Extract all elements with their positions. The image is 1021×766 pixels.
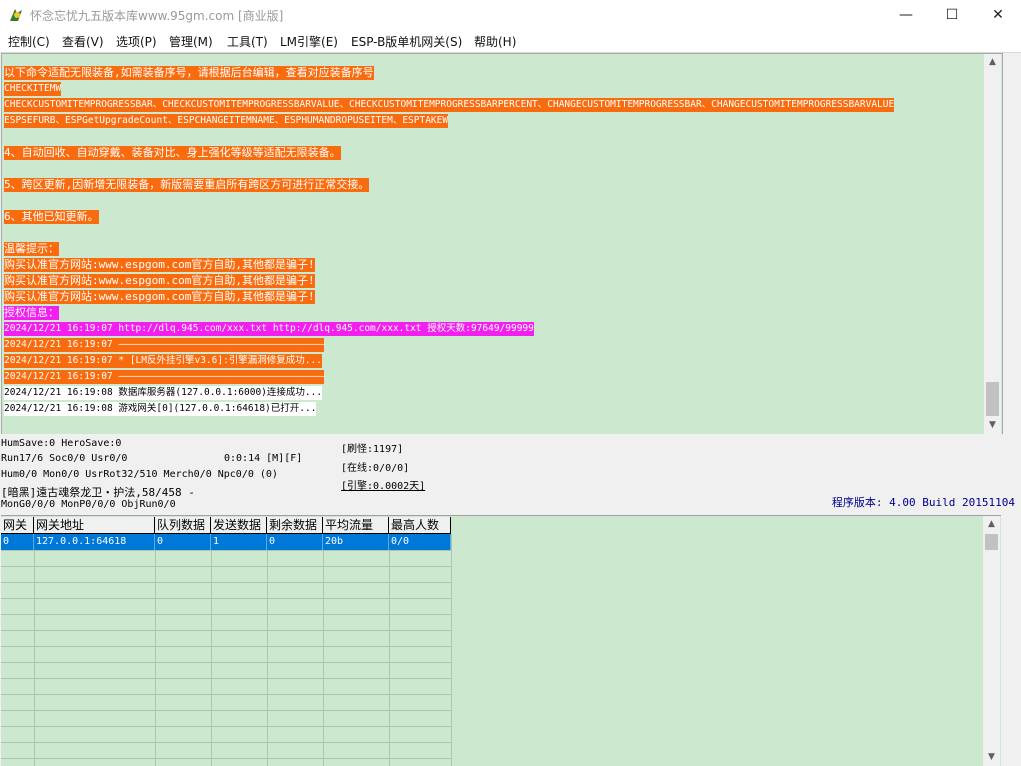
- menu-help[interactable]: 帮助(H): [474, 33, 516, 50]
- status-boss: [暗黑]遠古魂祭龙卫・护法,58/458 -: [1, 486, 195, 499]
- grid-row-line: [1, 582, 451, 583]
- log-scrollbar[interactable]: ▲ ▼: [984, 54, 1001, 434]
- grid-row-line: [1, 758, 451, 759]
- log-line: ESPSEFURB、ESPGetUpgradeCount、ESPCHANGEIT…: [4, 114, 449, 128]
- log-line: 授权信息：: [4, 306, 59, 320]
- grid-col-line: [211, 534, 212, 766]
- status-panel: HumSave:0 HeroSave:0 Run17/6 Soc0/0 Usr0…: [0, 434, 1021, 514]
- log-line: 6、其他已知更新。: [4, 210, 99, 224]
- cell-remaining: 0: [267, 534, 323, 550]
- window-title: 怀念忘忧九五版本库www.95gm.com [商业版]: [30, 9, 284, 23]
- grid-col-line: [389, 534, 390, 766]
- title-bar: 怀念忘忧九五版本库www.95gm.com [商业版] — ☐ ✕: [0, 0, 1021, 30]
- grid-col-line: [267, 534, 268, 766]
- status-save: HumSave:0 HeroSave:0: [1, 438, 122, 449]
- cell-send: 1: [211, 534, 267, 550]
- col-remaining-data[interactable]: 剩余数据: [267, 517, 323, 534]
- status-mon: MonG0/0/0 MonP0/0/0 ObjRun0/0: [1, 499, 176, 510]
- grid-row-line: [1, 662, 451, 663]
- minimize-button[interactable]: —: [883, 0, 929, 30]
- log-line: 2024/12/21 16:19:07 * [LM反外挂引擎v3.6]:引擎漏洞…: [4, 354, 322, 368]
- status-counts: Hum0/0 Mon0/0 UsrRot32/510 Merch0/0 Npc0…: [1, 469, 278, 480]
- grid-col-line: [451, 534, 452, 766]
- menu-bar: 控制(C) 查看(V) 选项(P) 管理(M) 工具(T) LM引擎(E) ES…: [0, 30, 1021, 53]
- log-line: CHECKITEMW: [4, 82, 62, 96]
- cell-address: 127.0.0.1:64618: [34, 534, 155, 550]
- app-icon: [10, 9, 22, 21]
- cell-gateway: 0: [1, 534, 34, 550]
- scroll-down-icon[interactable]: ▼: [984, 417, 1001, 434]
- status-run: Run17/6 Soc0/0 Usr0/0: [1, 453, 128, 464]
- grid-row-line: [1, 710, 451, 711]
- status-online: [在线:0/0/0]: [341, 463, 410, 474]
- maximize-button[interactable]: ☐: [929, 0, 975, 30]
- menu-tools[interactable]: 工具(T): [227, 33, 268, 50]
- col-gateway[interactable]: 网关: [1, 517, 34, 534]
- status-engine: [引擎:0.0002天]: [341, 481, 426, 492]
- col-gateway-address[interactable]: 网关地址: [34, 517, 155, 534]
- grid-col-line: [155, 534, 156, 766]
- log-line: CHECKCUSTOMITEMPROGRESSBAR、CHECKCUSTOMIT…: [4, 98, 895, 112]
- log-line: 温馨提示：: [4, 242, 59, 256]
- log-pane[interactable]: 以下命令适配无限装备,如需装备序号，请根据后台编辑，查看对应装备序号 CHECKI…: [1, 53, 1003, 435]
- log-line: 4、自动回收、自动穿戴、装备对比、身上强化等级等适配无限装备。: [4, 146, 341, 160]
- gateway-table: 网关 网关地址 队列数据 发送数据 剩余数据 平均流量 最高人数 0 127.0…: [1, 515, 1001, 766]
- grid-row-line: [1, 598, 451, 599]
- log-line: 购买认准官方网站:www.espgom.com官方自助,其他都是骗子!: [4, 258, 315, 272]
- log-line: 2024/12/21 16:19:07 http://dlq.945.com/x…: [4, 322, 534, 336]
- status-refresh: [刷怪:1197]: [341, 444, 404, 455]
- log-line: 以下命令适配无限装备,如需装备序号，请根据后台编辑，查看对应装备序号: [4, 66, 374, 80]
- table-scrollbar[interactable]: ▲ ▼: [983, 516, 1000, 766]
- cell-queue: 0: [155, 534, 211, 550]
- log-line: 购买认准官方网站:www.espgom.com官方自助,其他都是骗子!: [4, 274, 315, 288]
- grid-row-line: [1, 646, 451, 647]
- scroll-up-icon[interactable]: ▲: [984, 54, 1001, 71]
- grid-row-line: [1, 630, 451, 631]
- grid-row-line: [1, 550, 451, 551]
- log-line: 2024/12/21 16:19:07 ————————————————————…: [4, 338, 325, 352]
- col-queue-data[interactable]: 队列数据: [155, 517, 211, 534]
- cell-max-users: 0/0: [389, 534, 451, 550]
- grid-row-line: [1, 726, 451, 727]
- log-line: 2024/12/21 16:19:08 游戏网关[0](127.0.0.1:64…: [4, 402, 317, 416]
- grid-row-line: [1, 742, 451, 743]
- col-avg-traffic[interactable]: 平均流量: [323, 517, 389, 534]
- grid-row-line: [1, 614, 451, 615]
- table-scroll-up-icon[interactable]: ▲: [983, 516, 1000, 533]
- col-send-data[interactable]: 发送数据: [211, 517, 267, 534]
- log-line: 购买认准官方网站:www.espgom.com官方自助,其他都是骗子!: [4, 290, 315, 304]
- log-scroll-thumb[interactable]: [986, 382, 999, 416]
- grid-row-line: [1, 694, 451, 695]
- log-line: 5、跨区更新,因新增无限装备，新版需要重启所有跨区方可进行正常交接。: [4, 178, 370, 192]
- log-line: 2024/12/21 16:19:08 数据库服务器(127.0.0.1:600…: [4, 386, 323, 400]
- menu-manage[interactable]: 管理(M): [169, 33, 213, 50]
- program-version: 程序版本: 4.00 Build 20151104: [831, 496, 1015, 509]
- menu-control[interactable]: 控制(C): [8, 33, 50, 50]
- log-line: 2024/12/21 16:19:07 ————————————————————…: [4, 370, 325, 384]
- grid-col-line: [323, 534, 324, 766]
- menu-lm-engine[interactable]: LM引擎(E): [280, 33, 338, 50]
- grid-row-line: [1, 566, 451, 567]
- menu-options[interactable]: 选项(P): [116, 33, 157, 50]
- status-uptime: 0:0:14 [M][F]: [224, 453, 303, 464]
- col-max-users[interactable]: 最高人数: [389, 517, 451, 534]
- table-scroll-down-icon[interactable]: ▼: [983, 749, 1000, 766]
- grid-col-line: [34, 534, 35, 766]
- menu-esp-gateway[interactable]: ESP-B版单机网关(S): [351, 33, 462, 50]
- cell-traffic: 20b: [323, 534, 389, 550]
- table-scroll-thumb[interactable]: [985, 534, 998, 550]
- grid-row-line: [1, 678, 451, 679]
- close-button[interactable]: ✕: [975, 0, 1021, 30]
- menu-view[interactable]: 查看(V): [62, 33, 104, 50]
